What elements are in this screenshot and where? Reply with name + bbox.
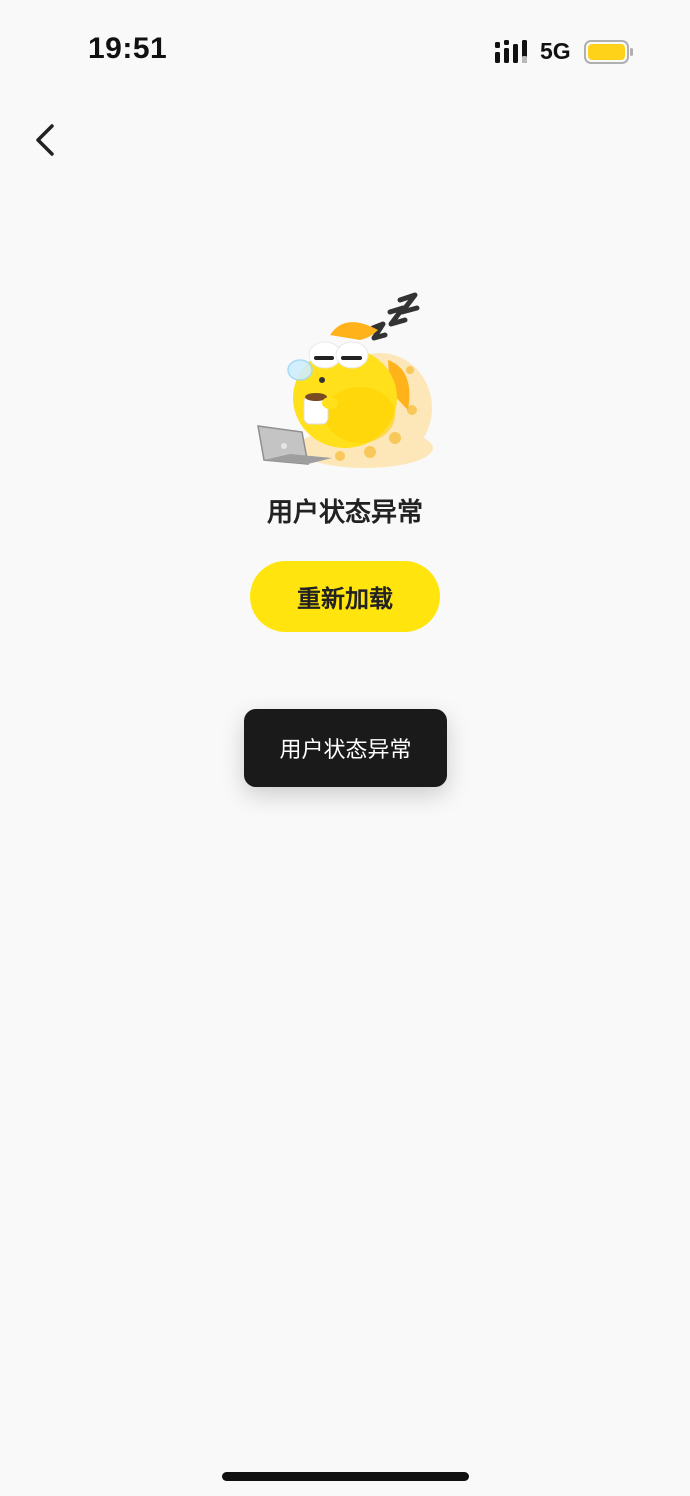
toast-message: 用户状态异常 — [244, 709, 447, 787]
network-type: 5G — [540, 38, 571, 64]
status-time: 19:51 — [88, 32, 168, 65]
home-indicator[interactable] — [222, 1472, 469, 1481]
back-button[interactable] — [22, 112, 70, 168]
reload-button[interactable]: 重新加载 — [250, 561, 440, 632]
status-bar: 19:51 5G — [0, 0, 690, 100]
battery-icon — [584, 40, 633, 64]
error-screen: 19:51 5G 用户状态异常 重新加载 用户状态异常 — [0, 0, 690, 1496]
sleeping-mascot-illustration — [257, 292, 433, 468]
chevron-left-icon — [36, 124, 54, 156]
cellular-signal-icon — [495, 40, 527, 63]
zzz-icon — [370, 292, 420, 341]
toast-text: 用户状态异常 — [279, 738, 412, 763]
error-title: 用户状态异常 — [266, 498, 423, 528]
